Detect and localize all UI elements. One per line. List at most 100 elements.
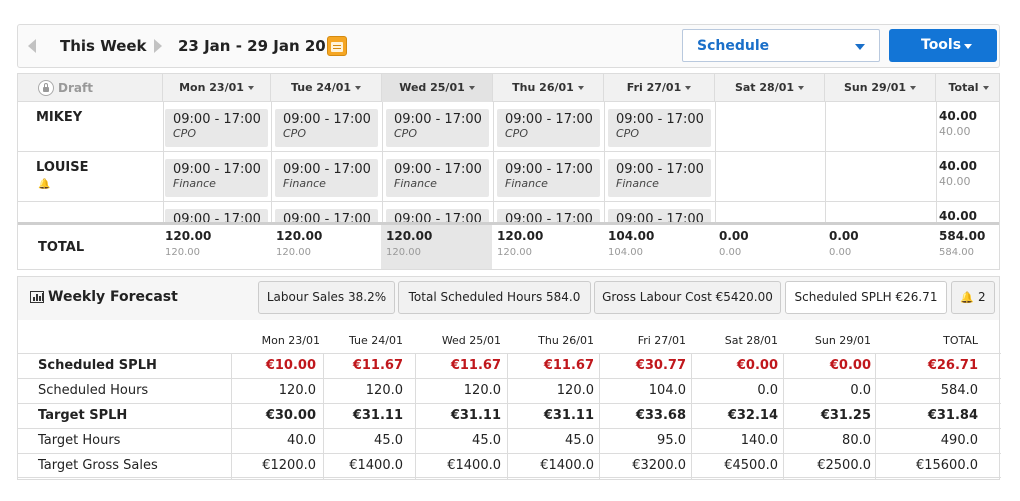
shift-block[interactable]: 09:00 - 17:00 CPO (608, 109, 711, 147)
shift-block[interactable]: 09:00 - 17:00 Finance (608, 159, 711, 197)
shift-department: CPO (505, 127, 528, 140)
bar-chart-icon (30, 291, 44, 303)
day-header-label: Thu 26/01 (512, 81, 574, 94)
shift-block[interactable]: 09:00 - 17:00 CPO (275, 109, 378, 147)
shift-block[interactable]: 09:00 - 17:00 CPO (165, 109, 268, 147)
employee-name[interactable]: LOUISE (36, 160, 89, 175)
employee-name[interactable]: MIKEY (36, 110, 82, 125)
shift-time: 09:00 - 17:00 (505, 162, 593, 177)
total-header[interactable]: Total (936, 74, 999, 102)
day-total-sub: 0.00 (829, 247, 852, 258)
forecast-value: 45.0 (565, 433, 594, 448)
caret-down-icon (685, 86, 692, 90)
calendar-icon[interactable] (327, 36, 347, 56)
forecast-value: 490.0 (940, 433, 978, 448)
shift-department: Finance (173, 177, 216, 190)
day-header-mon[interactable]: Mon 23/01 (163, 74, 271, 102)
day-header-fri[interactable]: Fri 27/01 (604, 74, 715, 102)
shift-time: 09:00 - 17:00 (616, 112, 704, 127)
forecast-value: 0.0 (850, 383, 871, 398)
forecast-col-header: Tue 24/01 (349, 334, 403, 347)
shift-block[interactable]: 09:00 - 17:00 CPO (386, 109, 489, 147)
day-header-label: Mon 23/01 (179, 81, 244, 94)
shift-time: 09:00 - 17:00 (283, 112, 371, 127)
forecast-value: 45.0 (472, 433, 501, 448)
day-total: 104.00 (608, 229, 655, 243)
forecast-value: 95.0 (657, 433, 686, 448)
total-hours-button[interactable]: Total Scheduled Hours 584.0 (398, 281, 591, 314)
lock-icon (38, 80, 54, 96)
forecast-value: €30.77 (635, 358, 686, 373)
schedule-total-row: TOTAL 120.00 120.00 120.00 120.00 120.00… (18, 222, 999, 269)
caret-down-icon (855, 44, 865, 50)
forecast-value: €30.00 (265, 408, 316, 423)
forecast-value: €31.11 (450, 408, 501, 423)
shift-time: 09:00 - 17:00 (283, 162, 371, 177)
forecast-col-header: Wed 25/01 (441, 334, 501, 347)
schedule-select[interactable]: Schedule (682, 29, 880, 62)
employee-total: 40.00 (939, 209, 977, 223)
employee-total-sub: 40.00 (939, 125, 971, 138)
forecast-title: Weekly Forecast (48, 289, 178, 305)
forecast-col-header: Mon 23/01 (261, 334, 320, 347)
forecast-value: 40.0 (287, 433, 316, 448)
shift-department: CPO (283, 127, 306, 140)
day-header-sat[interactable]: Sat 28/01 (715, 74, 825, 102)
day-header-label: Tue 24/01 (290, 81, 352, 94)
shift-department: Finance (505, 177, 548, 190)
day-header-label: Wed 25/01 (399, 81, 465, 94)
forecast-row: Target SPLH €30.00 €31.11 €31.11 €31.11 … (18, 403, 1001, 429)
shift-block[interactable]: 09:00 - 17:00 Finance (386, 159, 489, 197)
draft-status[interactable]: Draft (18, 74, 163, 102)
forecast-col-header: Fri 27/01 (637, 334, 686, 347)
day-header-label: Sun 29/01 (843, 81, 907, 94)
day-header-sun[interactable]: Sun 29/01 (825, 74, 936, 102)
shift-block[interactable]: 09:00 - 17:00 Finance (275, 159, 378, 197)
forecast-value: €31.11 (352, 408, 403, 423)
draft-label: Draft (58, 81, 93, 95)
bell-icon: 🔔 (960, 291, 975, 304)
day-total: 120.00 (497, 229, 544, 243)
chevron-right-icon[interactable] (154, 39, 162, 53)
forecast-value: €3200.0 (632, 458, 686, 473)
shift-block[interactable]: 09:00 - 17:00 Finance (497, 159, 600, 197)
forecast-value: 120.0 (463, 383, 501, 398)
day-total: 120.00 (165, 229, 212, 243)
tools-button[interactable]: Tools (889, 29, 997, 62)
caret-down-icon (982, 86, 989, 90)
forecast-value: 120.0 (278, 383, 316, 398)
gross-cost-button[interactable]: Gross Labour Cost €5420.00 (594, 281, 781, 314)
week-label[interactable]: This Week (60, 37, 147, 55)
chevron-left-icon[interactable] (28, 39, 36, 53)
forecast-col-header: Sat 28/01 (724, 334, 778, 347)
bell-icon: 🔔 (38, 179, 51, 190)
alerts-button[interactable]: 🔔 2 (951, 281, 995, 314)
caret-down-icon (577, 86, 584, 90)
forecast-value: €26.71 (927, 358, 978, 373)
schedule-header: Draft Mon 23/01 Tue 24/01 Wed 25/01 Thu … (18, 74, 999, 102)
forecast-value: €32.14 (727, 408, 778, 423)
shift-block[interactable]: 09:00 - 17:00 CPO (497, 109, 600, 147)
day-header-thu[interactable]: Thu 26/01 (493, 74, 604, 102)
day-total-sub: 120.00 (276, 247, 311, 258)
labour-sales-button[interactable]: Labour Sales 38.2% (258, 281, 395, 314)
forecast-row-label: Target Gross Sales (38, 458, 158, 473)
forecast-value: €31.84 (927, 408, 978, 423)
forecast-row-label: Scheduled Hours (38, 383, 149, 398)
day-total-sub: 104.00 (608, 247, 643, 258)
forecast-value: €33.68 (635, 408, 686, 423)
splh-button[interactable]: Scheduled SPLH €26.71 (785, 281, 947, 314)
forecast-value: €4500.0 (724, 458, 778, 473)
shift-department: Finance (283, 177, 326, 190)
forecast-value: €1400.0 (540, 458, 594, 473)
total-header-label: Total (948, 81, 979, 94)
forecast-value: €31.25 (820, 408, 871, 423)
forecast-col-header: TOTAL (943, 334, 978, 347)
forecast-value: €11.67 (450, 358, 501, 373)
day-header-tue[interactable]: Tue 24/01 (271, 74, 382, 102)
shift-block[interactable]: 09:00 - 17:00 Finance (165, 159, 268, 197)
forecast-value: 120.0 (556, 383, 594, 398)
caret-down-icon (247, 86, 254, 90)
day-header-wed[interactable]: Wed 25/01 (382, 74, 493, 102)
caret-down-icon (798, 86, 805, 90)
